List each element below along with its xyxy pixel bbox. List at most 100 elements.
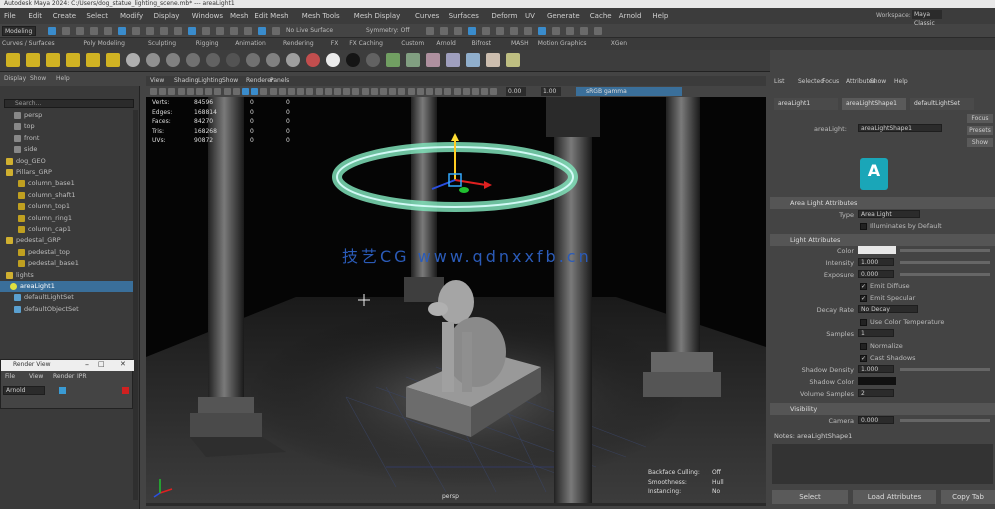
viewport-tool-icon[interactable] (196, 88, 203, 95)
cylinder-icon[interactable] (166, 53, 180, 67)
cube-icon[interactable] (146, 53, 160, 67)
menu-create[interactable]: Create (53, 11, 76, 21)
viewport-tool-icon[interactable] (186, 88, 194, 95)
exposure-field[interactable]: 0.000 (858, 270, 894, 278)
outliner-item[interactable]: defaultObjectSet (0, 304, 138, 315)
viewport-tool-icon[interactable] (159, 88, 167, 95)
paint-icon[interactable] (86, 53, 100, 67)
color-space-dropdown[interactable]: sRGB gamma (576, 87, 682, 96)
move-icon[interactable] (6, 53, 20, 67)
outliner-item[interactable]: pedestal_base1 (0, 258, 138, 269)
shelf-tab[interactable]: Curves / Surfaces (2, 39, 55, 49)
menu-file[interactable]: File (4, 11, 16, 21)
outliner-item[interactable]: front (0, 133, 138, 144)
minimize-icon[interactable]: – (85, 360, 89, 369)
samples-field[interactable]: 1 (858, 329, 894, 337)
viewport-tool-icon[interactable] (453, 88, 461, 95)
renderer-dropdown[interactable]: Arnold (3, 386, 45, 395)
viewport-tool-icon[interactable] (269, 88, 277, 95)
render-menu-render[interactable]: Render (53, 373, 74, 380)
viewport-tool-icon[interactable] (334, 88, 341, 95)
viewport-menu-show[interactable]: Show (222, 77, 238, 84)
status-tool-icon[interactable] (496, 27, 504, 35)
cast-shadows-checkbox[interactable]: ✓ (860, 355, 867, 362)
bridge-icon[interactable] (466, 53, 480, 67)
attr-menu-selected[interactable]: Selected (798, 78, 824, 85)
mode-dropdown[interactable]: Modeling (2, 26, 36, 36)
outliner-item[interactable]: lights (0, 270, 138, 281)
plane-icon[interactable] (206, 53, 220, 67)
bevel-icon[interactable] (446, 53, 460, 67)
viewport-tool-icon[interactable] (297, 88, 305, 95)
menu-edit-mesh[interactable]: Edit Mesh (254, 11, 288, 21)
light-color-swatch[interactable] (858, 246, 896, 254)
camera-visibility-slider[interactable] (900, 419, 990, 422)
viewport-menu-shading[interactable]: Shading (174, 77, 198, 84)
status-tool-icon[interactable] (202, 27, 210, 35)
viewport-tool-icon[interactable] (380, 88, 387, 95)
viewport-tool-icon[interactable] (324, 88, 332, 95)
viewport-tool-icon[interactable] (288, 88, 295, 95)
status-tool-icon[interactable] (174, 27, 182, 35)
smooth-icon[interactable] (506, 53, 520, 67)
status-tool-icon[interactable] (90, 27, 98, 35)
color-slider[interactable] (900, 249, 990, 252)
shelf-tab[interactable]: Motion Graphics (538, 39, 587, 49)
outliner-item[interactable]: top (0, 121, 138, 132)
attr-menu-list[interactable]: List (774, 78, 785, 85)
lasso-icon[interactable] (66, 53, 80, 67)
outliner-search[interactable]: Search... (4, 99, 134, 108)
section-visibility[interactable]: Visibility (770, 403, 995, 415)
outliner-scrollbar[interactable] (133, 110, 138, 500)
scale-icon[interactable] (46, 53, 60, 67)
viewport-tool-icon[interactable] (481, 88, 489, 95)
status-tool-icon[interactable] (118, 27, 126, 35)
viewport-tool-icon[interactable] (251, 88, 259, 95)
outliner-item[interactable]: Pillars_GRP (0, 167, 138, 178)
viewport-tool-icon[interactable] (389, 88, 397, 95)
viewport-menu-panels[interactable]: Panels (270, 77, 289, 84)
3d-viewport[interactable]: Verts: 84596 0 0 Edges: 168814 0 0 Faces: 84270 0 0… (146, 97, 766, 503)
menu-help[interactable]: Help (652, 11, 668, 21)
section-area-light-attributes[interactable]: Area Light Attributes (770, 197, 995, 209)
fill-icon[interactable] (486, 53, 500, 67)
shelf-tab[interactable]: XGen (611, 39, 627, 49)
outliner-item[interactable]: areaLight1 (0, 281, 138, 292)
status-tool-icon[interactable] (132, 27, 140, 35)
shelf-tab[interactable]: Rigging (196, 39, 219, 49)
shelf-tab[interactable]: MASH (511, 39, 529, 49)
menu-select[interactable]: Select (86, 11, 108, 21)
viewport-tool-icon[interactable] (214, 88, 222, 95)
helix-icon[interactable] (286, 53, 300, 67)
outliner-menu-show[interactable]: Show (30, 75, 46, 82)
sphere-icon[interactable] (346, 53, 360, 67)
sphere-icon[interactable] (366, 53, 380, 67)
viewport-menu-view[interactable]: View (150, 77, 164, 84)
render-icon[interactable] (59, 387, 66, 394)
cone-icon[interactable] (186, 53, 200, 67)
outliner-menu-display[interactable]: Display (4, 75, 26, 82)
menu-mesh-display[interactable]: Mesh Display (354, 11, 400, 21)
shelf-tab[interactable]: Animation (235, 39, 266, 49)
menu-edit[interactable]: Edit (28, 11, 42, 21)
status-tool-icon[interactable] (258, 27, 266, 35)
extrude-icon[interactable] (426, 53, 440, 67)
copy-tab-button[interactable]: Copy Tab (941, 490, 995, 504)
status-tool-icon[interactable] (510, 27, 518, 35)
workspace-dropdown[interactable]: Maya Classic (912, 10, 942, 27)
viewport-tool-icon[interactable] (150, 88, 157, 95)
viewport-tool-icon[interactable] (177, 88, 185, 95)
menu-deform[interactable]: Deform (491, 11, 517, 21)
status-tool-icon[interactable] (580, 27, 588, 35)
attr-menu-help[interactable]: Help (894, 78, 908, 85)
shadow-density-slider[interactable] (900, 368, 990, 371)
viewport-tool-icon[interactable] (361, 88, 369, 95)
outliner-item[interactable]: pedestal_top (0, 247, 138, 258)
emit-specular-checkbox[interactable]: ✓ (860, 295, 867, 302)
outliner-item[interactable]: column_top1 (0, 201, 138, 212)
render-menu-view[interactable]: View (29, 373, 43, 380)
status-tool-icon[interactable] (104, 27, 112, 35)
pipe-icon[interactable] (266, 53, 280, 67)
use-color-temperature-checkbox[interactable] (860, 319, 867, 326)
status-tool-icon[interactable] (48, 27, 56, 35)
